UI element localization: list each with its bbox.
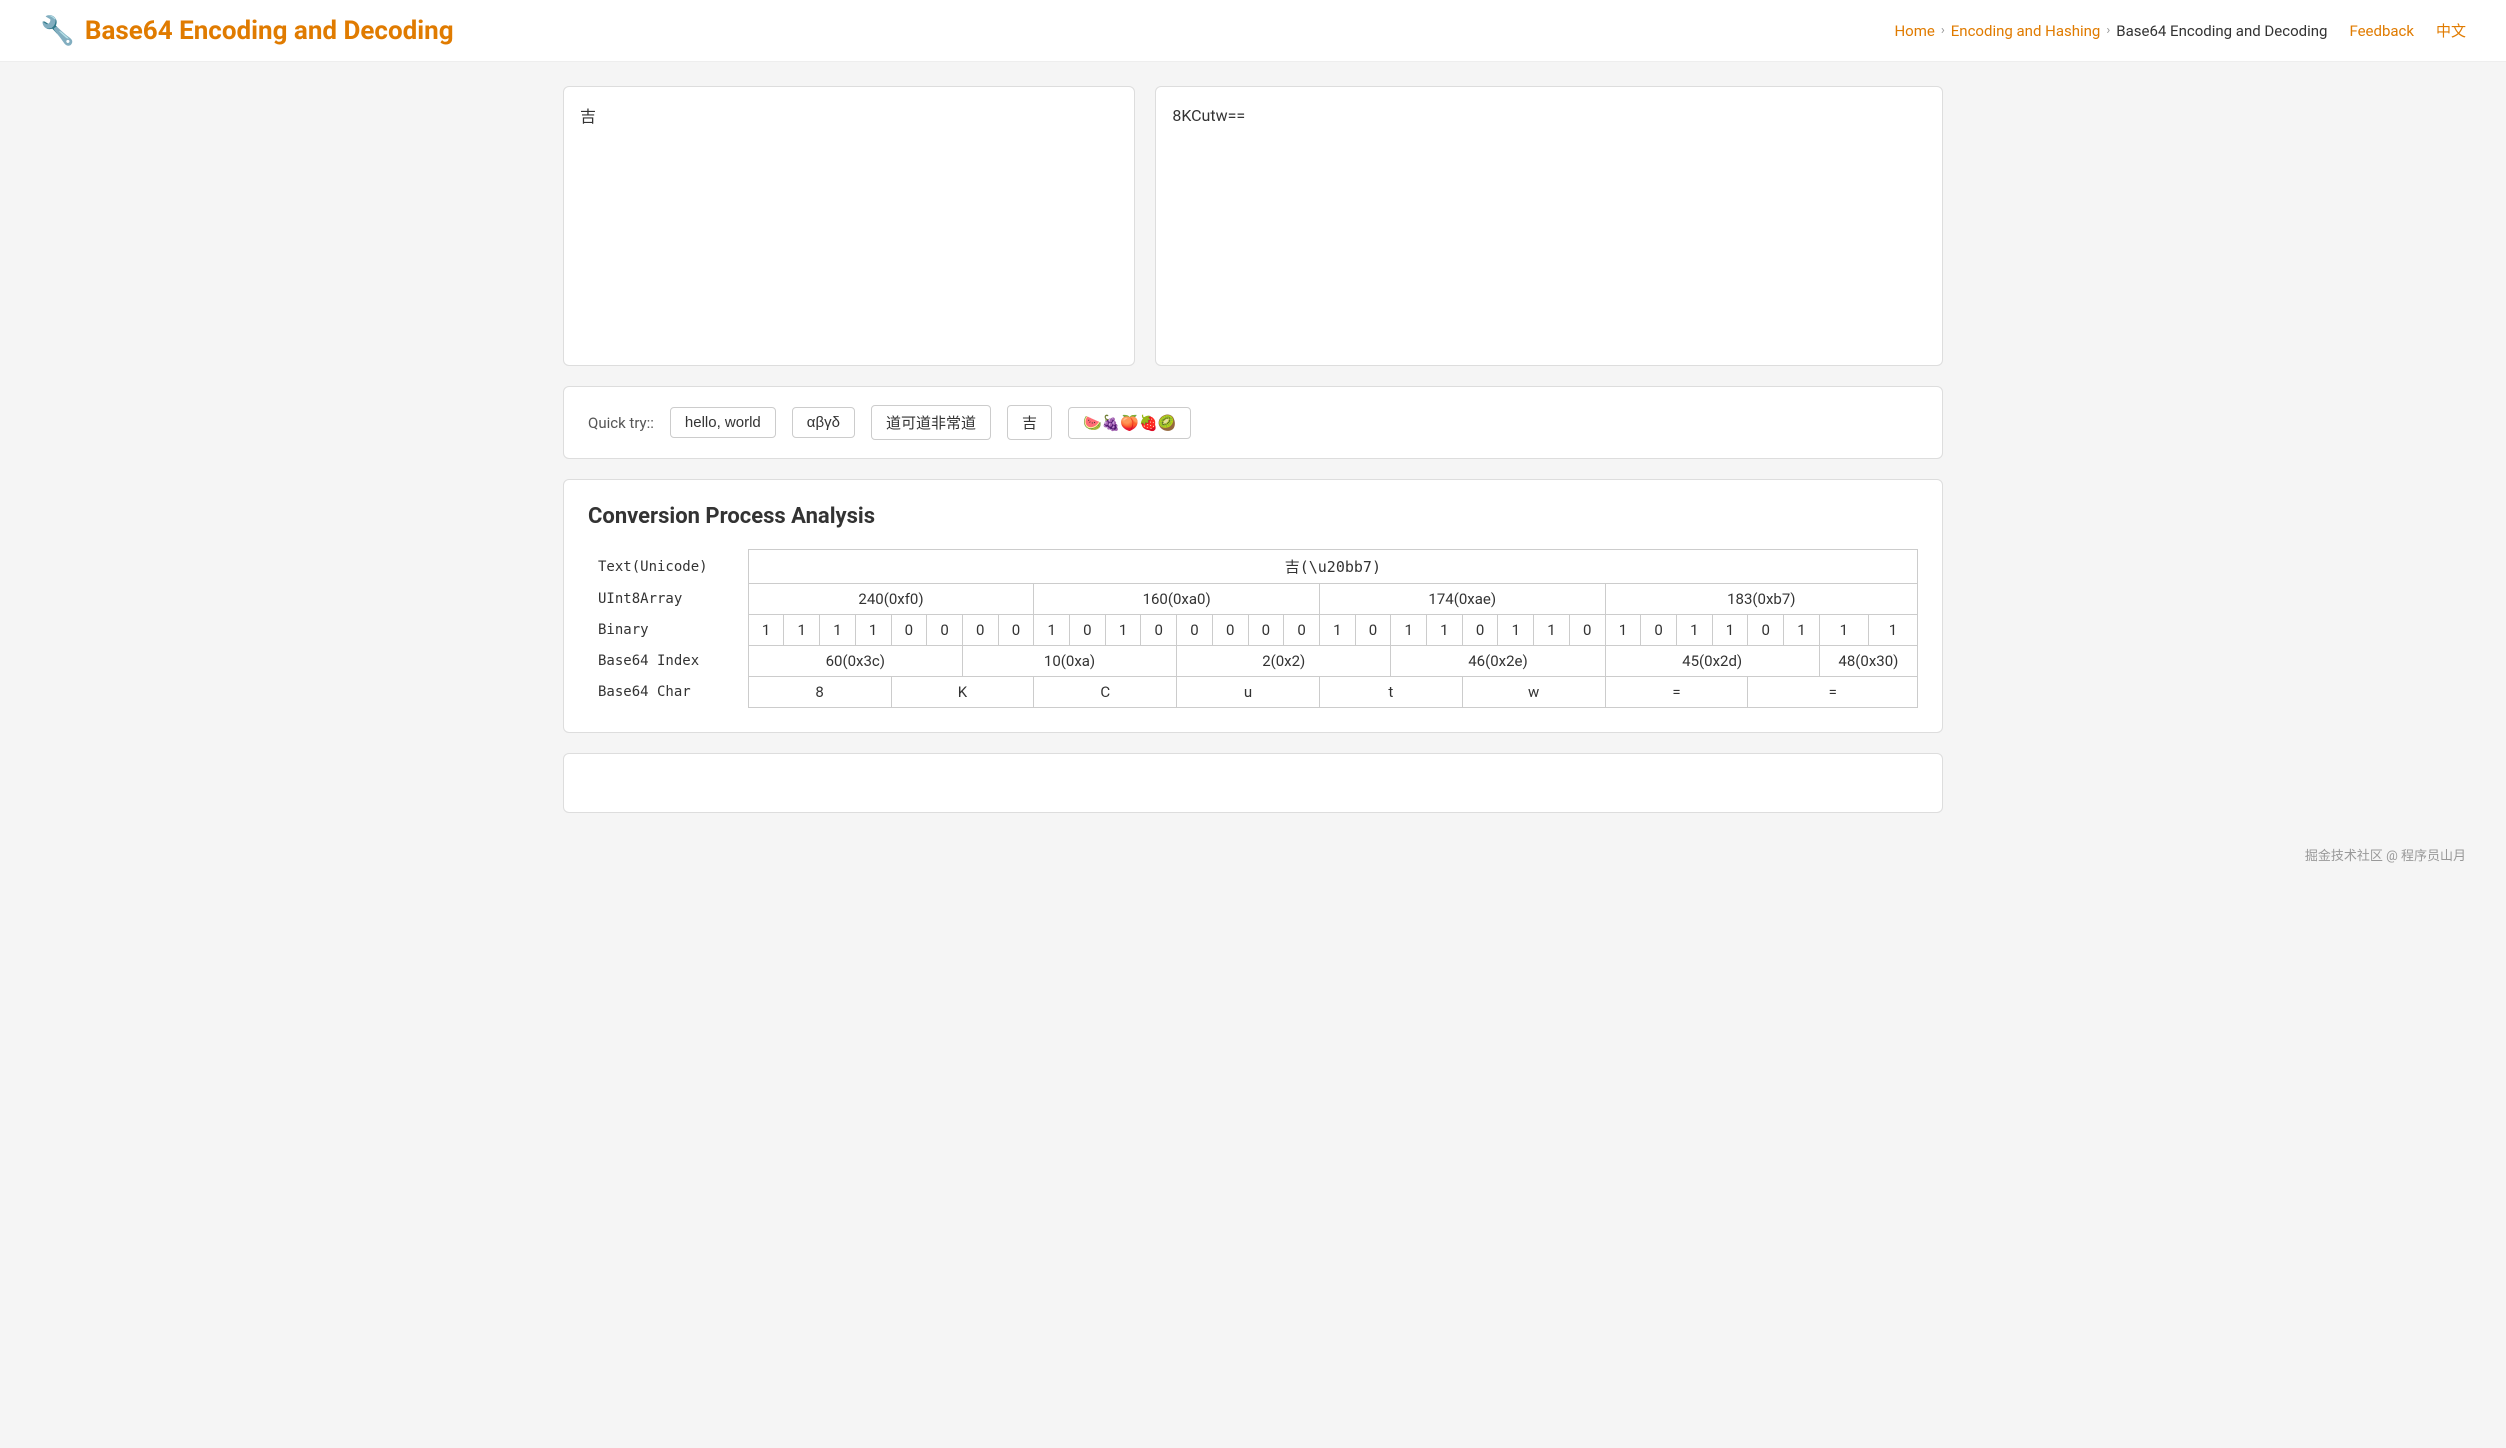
bin-19: 1 — [1427, 615, 1463, 646]
bin-14: 0 — [1248, 615, 1284, 646]
output-panel: 8KCutw== — [1155, 86, 1943, 366]
bin-1: 1 — [784, 615, 820, 646]
b64char-6: = — [1605, 677, 1748, 708]
bin-0: 1 — [748, 615, 784, 646]
bin-6: 0 — [962, 615, 998, 646]
bin-4: 0 — [891, 615, 927, 646]
nav-encoding-hashing[interactable]: Encoding and Hashing — [1951, 22, 2101, 40]
nav-sep-1: › — [1941, 23, 1945, 38]
bottom-panel — [563, 753, 1943, 813]
logo-icon: 🔧 — [40, 14, 75, 47]
bin-5: 0 — [927, 615, 963, 646]
bin-9: 0 — [1070, 615, 1106, 646]
bin-16: 1 — [1319, 615, 1355, 646]
footer: 掘金技术社区 @ 程序员山月 — [0, 837, 2506, 872]
nav-home[interactable]: Home — [1894, 22, 1934, 40]
table-row-b64index: Base64 Index 60(0x3c) 10(0xa) 2(0x2) 46(… — [588, 646, 1918, 677]
bin-28: 0 — [1748, 615, 1784, 646]
logo-area: 🔧 Base64 Encoding and Decoding — [40, 14, 454, 47]
bin-30: 1 — [1819, 615, 1868, 646]
input-textarea[interactable] — [580, 103, 1118, 343]
b64idx-0: 60(0x3c) — [748, 646, 962, 677]
uint8-2: 174(0xae) — [1319, 584, 1605, 615]
header: 🔧 Base64 Encoding and Decoding Home › En… — [0, 0, 2506, 62]
bin-29: 1 — [1784, 615, 1820, 646]
input-panel — [563, 86, 1135, 366]
bin-8: 1 — [1034, 615, 1070, 646]
bin-12: 0 — [1177, 615, 1213, 646]
b64char-1: K — [891, 677, 1034, 708]
analysis-panel: Conversion Process Analysis Text(Unicode… — [563, 479, 1943, 733]
b64char-0: 8 — [748, 677, 891, 708]
quick-try-ji[interactable]: 吉 — [1007, 405, 1052, 440]
quick-try-label: Quick try:: — [588, 414, 654, 432]
table-row-uint8: UInt8Array 240(0xf0) 160(0xa0) 174(0xae)… — [588, 584, 1918, 615]
uint8-1: 160(0xa0) — [1034, 584, 1320, 615]
b64idx-5: 48(0x30) — [1819, 646, 1917, 677]
bin-21: 1 — [1498, 615, 1534, 646]
table-row-unicode: Text(Unicode) 吉(\u20bb7) — [588, 550, 1918, 584]
nav-feedback[interactable]: Feedback — [2349, 22, 2414, 40]
bin-24: 1 — [1605, 615, 1641, 646]
bin-22: 1 — [1534, 615, 1570, 646]
table-row-b64char: Base64 Char 8 K C u t w = = — [588, 677, 1918, 708]
bin-17: 0 — [1355, 615, 1391, 646]
uint8-0: 240(0xf0) — [748, 584, 1034, 615]
bin-23: 0 — [1569, 615, 1605, 646]
b64char-3: u — [1177, 677, 1320, 708]
conversion-table: Text(Unicode) 吉(\u20bb7) UInt8Array 240(… — [588, 549, 1918, 708]
bin-15: 0 — [1284, 615, 1320, 646]
bin-18: 1 — [1391, 615, 1427, 646]
editor-panels: 8KCutw== — [563, 86, 1943, 366]
quick-try-emoji[interactable]: 🍉🍇🍑🍓🥝 — [1068, 407, 1191, 439]
b64char-4: t — [1319, 677, 1462, 708]
bin-26: 1 — [1676, 615, 1712, 646]
bin-10: 1 — [1105, 615, 1141, 646]
unicode-label: Text(Unicode) — [588, 550, 748, 584]
table-row-binary: Binary 1 1 1 1 0 0 0 0 1 0 1 0 0 0 0 0 1… — [588, 615, 1918, 646]
quick-try-hello[interactable]: hello, world — [670, 407, 776, 438]
bin-13: 0 — [1212, 615, 1248, 646]
b64char-5: w — [1462, 677, 1605, 708]
unicode-value: 吉(\u20bb7) — [748, 550, 1917, 584]
site-title: Base64 Encoding and Decoding — [85, 16, 454, 46]
main-content: 8KCutw== Quick try:: hello, world αβγδ 道… — [523, 62, 1983, 837]
nav-sep-2: › — [2106, 23, 2110, 38]
bin-11: 0 — [1141, 615, 1177, 646]
bin-2: 1 — [820, 615, 856, 646]
quick-try-greek[interactable]: αβγδ — [792, 407, 855, 438]
bin-3: 1 — [855, 615, 891, 646]
bin-25: 0 — [1641, 615, 1677, 646]
nav-area: Home › Encoding and Hashing › Base64 Enc… — [1894, 20, 2466, 41]
b64idx-4: 45(0x2d) — [1605, 646, 1819, 677]
nav-current: Base64 Encoding and Decoding — [2116, 22, 2327, 40]
output-text: 8KCutw== — [1172, 103, 1926, 129]
b64char-7: = — [1748, 677, 1918, 708]
b64idx-3: 46(0x2e) — [1391, 646, 1605, 677]
b64char-2: C — [1034, 677, 1177, 708]
bin-27: 1 — [1712, 615, 1748, 646]
bin-31: 1 — [1868, 615, 1917, 646]
b64idx-2: 2(0x2) — [1177, 646, 1391, 677]
b64idx-1: 10(0xa) — [962, 646, 1176, 677]
nav-lang[interactable]: 中文 — [2436, 20, 2466, 41]
bin-20: 0 — [1462, 615, 1498, 646]
uint8-3: 183(0xb7) — [1605, 584, 1917, 615]
bin-7: 0 — [998, 615, 1034, 646]
footer-text: 掘金技术社区 @ 程序员山月 — [2305, 849, 2466, 864]
binary-label: Binary — [588, 615, 748, 646]
analysis-title: Conversion Process Analysis — [588, 504, 1918, 529]
uint8-label: UInt8Array — [588, 584, 748, 615]
quick-try-bar: Quick try:: hello, world αβγδ 道可道非常道 吉 🍉… — [563, 386, 1943, 459]
quick-try-chinese[interactable]: 道可道非常道 — [871, 405, 991, 440]
b64char-label: Base64 Char — [588, 677, 748, 708]
b64index-label: Base64 Index — [588, 646, 748, 677]
